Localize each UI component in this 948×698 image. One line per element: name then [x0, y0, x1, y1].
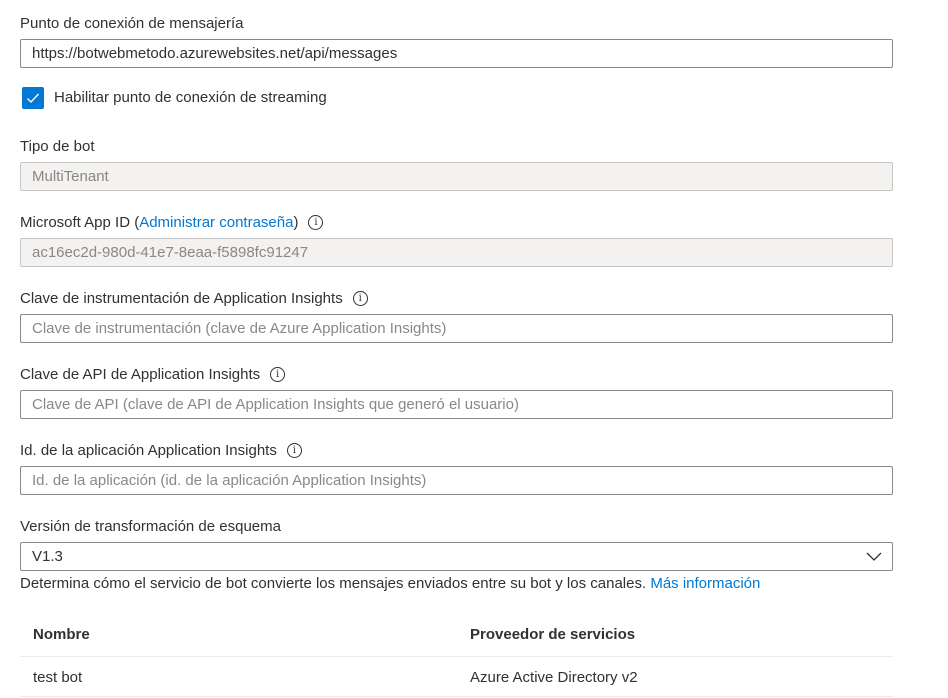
schema-version-label-text: Versión de transformación de esquema [20, 518, 281, 535]
insights-api-key-label: Clave de API de Application Insights i [20, 366, 286, 383]
info-icon[interactable]: i [270, 367, 286, 382]
table-cell-name: test bot [33, 669, 83, 686]
app-id-label: Microsoft App ID (Administrar contraseña… [20, 214, 324, 231]
streaming-checkbox[interactable] [22, 87, 44, 109]
table-header-provider: Proveedor de servicios [470, 626, 636, 643]
app-id-field: ac16ec2d-980d-41e7-8eaa-f5898fc91247 [20, 238, 893, 267]
app-id-label-text: Microsoft App ID ( [20, 214, 140, 231]
messaging-endpoint-input[interactable]: https://botwebmetodo.azurewebsites.net/a… [20, 39, 893, 68]
table-cell-provider: Azure Active Directory v2 [470, 669, 638, 686]
bot-type-label: Tipo de bot [20, 138, 95, 155]
bot-type-label-text: Tipo de bot [20, 138, 95, 155]
more-info-link[interactable]: Más información [650, 575, 760, 592]
info-icon[interactable]: i [308, 215, 324, 230]
insights-key-input[interactable]: Clave de instrumentación (clave de Azure… [20, 314, 893, 343]
manage-password-link[interactable]: Administrar contraseña [139, 214, 293, 231]
schema-version-description-text: Determina cómo el servicio de bot convie… [20, 575, 647, 592]
schema-version-value: V1.3 [32, 548, 63, 565]
messaging-endpoint-label-text: Punto de conexión de mensajería [20, 15, 244, 32]
schema-version-select[interactable]: V1.3 [20, 542, 893, 571]
bot-type-field: MultiTenant [20, 162, 893, 191]
streaming-label-text: Habilitar punto de conexión de streaming [54, 89, 327, 106]
chevron-down-icon [866, 552, 882, 561]
insights-app-id-label-text: Id. de la aplicación Application Insight… [20, 442, 277, 459]
insights-api-key-input[interactable]: Clave de API (clave de API de Applicatio… [20, 390, 893, 419]
info-icon[interactable]: i [352, 291, 368, 306]
schema-version-label: Versión de transformación de esquema [20, 518, 281, 535]
app-id-label-end: ) [293, 214, 299, 231]
messaging-endpoint-label: Punto de conexión de mensajería [20, 15, 243, 32]
streaming-label: Habilitar punto de conexión de streaming [54, 89, 327, 106]
table-divider [20, 696, 893, 697]
insights-app-id-input[interactable]: Id. de la aplicación (id. de la aplicaci… [20, 466, 893, 495]
insights-api-key-label-text: Clave de API de Application Insights [20, 366, 261, 383]
insights-key-label-text: Clave de instrumentación de Application … [20, 290, 343, 307]
schema-version-description: Determina cómo el servicio de bot convie… [20, 575, 760, 592]
table-header-name: Nombre [33, 626, 90, 643]
insights-app-id-label: Id. de la aplicación Application Insight… [20, 442, 302, 459]
insights-key-label: Clave de instrumentación de Application … [20, 290, 368, 307]
table-divider [20, 656, 893, 657]
checkmark-icon [27, 93, 40, 104]
info-icon[interactable]: i [286, 443, 302, 458]
